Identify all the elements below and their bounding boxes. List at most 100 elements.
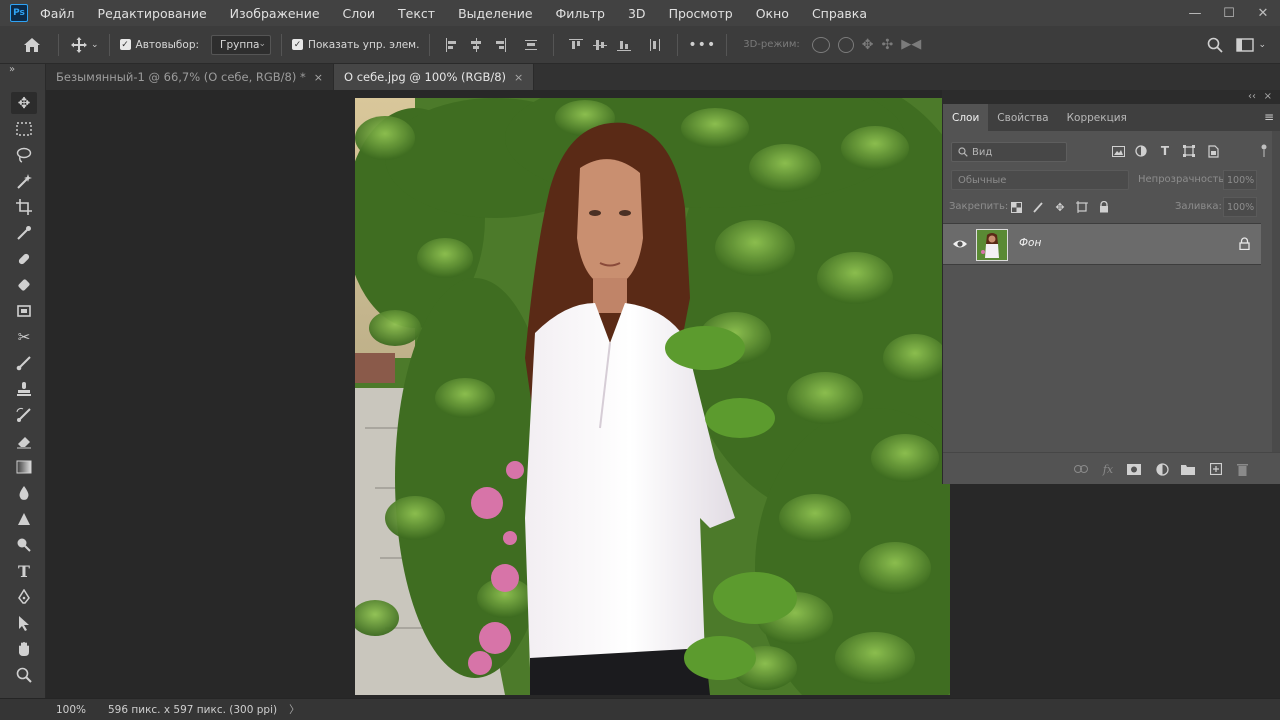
chevron-down-icon[interactable]: ⌄ bbox=[1258, 40, 1266, 50]
filter-toggle-icon[interactable] bbox=[1260, 144, 1268, 158]
tab-o-sebe[interactable]: О себе.jpg @ 100% (RGB/8) × bbox=[333, 64, 535, 90]
dodge-tool-icon[interactable] bbox=[11, 534, 37, 556]
eraser-tool-icon[interactable] bbox=[11, 430, 37, 452]
move-tool-icon[interactable]: ✥ bbox=[11, 92, 37, 114]
blend-mode-select[interactable]: Обычные bbox=[951, 170, 1129, 190]
crop-tool-icon[interactable] bbox=[11, 196, 37, 218]
healing-brush-tool-icon[interactable] bbox=[11, 248, 37, 270]
document-canvas-image[interactable] bbox=[355, 98, 950, 695]
lock-image-pixels-icon[interactable] bbox=[1031, 200, 1045, 214]
tab-untitled-1[interactable]: Безымянный-1 @ 66,7% (О себе, RGB/8) * × bbox=[46, 64, 334, 90]
menu-help[interactable]: Справка bbox=[812, 6, 876, 21]
align-horizontal-center-icon[interactable] bbox=[469, 37, 483, 52]
brush-tool-icon[interactable] bbox=[11, 352, 37, 374]
autoselect-target-select[interactable]: Группа ⌄ bbox=[211, 34, 272, 55]
zoom-level[interactable]: 100% bbox=[56, 704, 102, 716]
sharpen-tool-icon[interactable] bbox=[11, 508, 37, 530]
opacity-input[interactable]: 100% bbox=[1223, 170, 1257, 190]
align-vertical-center-icon[interactable] bbox=[593, 38, 608, 52]
pen-tool-icon[interactable] bbox=[11, 586, 37, 608]
align-left-icon[interactable] bbox=[445, 37, 459, 52]
home-icon[interactable] bbox=[22, 35, 42, 55]
lasso-tool-icon[interactable] bbox=[11, 144, 37, 166]
layer-kind-filter[interactable]: Вид bbox=[951, 142, 1067, 162]
status-menu-arrow-icon[interactable]: 〉 bbox=[289, 702, 300, 717]
menu-edit[interactable]: Редактирование bbox=[98, 6, 216, 21]
panel-scrollbar[interactable] bbox=[1272, 131, 1280, 452]
more-options-icon[interactable]: ••• bbox=[688, 37, 716, 53]
lock-artboard-icon[interactable] bbox=[1075, 200, 1089, 214]
delete-layer-trash-icon[interactable] bbox=[1234, 461, 1250, 477]
menu-view[interactable]: Просмотр bbox=[669, 6, 742, 21]
layer-row-background[interactable]: Фон bbox=[943, 223, 1261, 265]
menu-select[interactable]: Выделение bbox=[458, 6, 541, 21]
show-transform-checkbox[interactable]: ✓ bbox=[292, 39, 304, 50]
3d-roll-icon[interactable] bbox=[837, 36, 854, 53]
blur-tool-icon[interactable] bbox=[11, 482, 37, 504]
new-adjustment-layer-icon[interactable] bbox=[1154, 461, 1170, 477]
layer-style-fx-icon[interactable]: fx bbox=[1100, 461, 1116, 477]
type-filter-icon[interactable]: T bbox=[1158, 144, 1172, 158]
menu-3d[interactable]: 3D bbox=[628, 6, 655, 21]
adjustment-filter-icon[interactable] bbox=[1134, 144, 1148, 158]
lock-transparent-pixels-icon[interactable] bbox=[1009, 200, 1023, 214]
lock-all-icon[interactable] bbox=[1097, 200, 1111, 214]
hand-tool-icon[interactable] bbox=[11, 638, 37, 660]
content-aware-move-tool-icon[interactable]: ✂ bbox=[11, 326, 37, 348]
visibility-eye-icon[interactable] bbox=[952, 237, 968, 251]
close-icon[interactable]: × bbox=[314, 71, 323, 84]
new-group-folder-icon[interactable] bbox=[1180, 461, 1196, 477]
gradient-tool-icon[interactable] bbox=[11, 456, 37, 478]
align-right-icon[interactable] bbox=[493, 37, 507, 52]
photoshop-logo[interactable]: Ps bbox=[10, 4, 28, 22]
pixel-filter-icon[interactable] bbox=[1111, 144, 1125, 158]
tab-adjustments[interactable]: Коррекция bbox=[1058, 104, 1136, 131]
close-button[interactable]: ✕ bbox=[1246, 0, 1280, 26]
frame-tool-icon[interactable] bbox=[11, 300, 37, 322]
clone-stamp-tool-icon[interactable] bbox=[11, 378, 37, 400]
collapse-panels-icon[interactable]: ‹‹ bbox=[1248, 91, 1256, 102]
close-icon[interactable]: × bbox=[514, 71, 523, 84]
type-tool-icon[interactable]: T bbox=[11, 560, 37, 582]
panel-menu-icon[interactable]: ≡ bbox=[1264, 110, 1274, 124]
workspace-icon[interactable] bbox=[1236, 37, 1254, 53]
magic-wand-tool-icon[interactable] bbox=[11, 170, 37, 192]
maximize-button[interactable]: ☐ bbox=[1212, 0, 1246, 26]
history-brush-tool-icon[interactable] bbox=[11, 404, 37, 426]
lock-position-icon[interactable]: ✥ bbox=[1053, 200, 1067, 214]
link-layers-icon[interactable] bbox=[1073, 461, 1089, 477]
minimize-button[interactable]: — bbox=[1178, 0, 1212, 26]
3d-drag-icon[interactable]: ✥ bbox=[862, 37, 874, 53]
tab-properties[interactable]: Свойства bbox=[988, 104, 1057, 131]
tab-layers[interactable]: Слои bbox=[943, 104, 989, 131]
menu-filter[interactable]: Фильтр bbox=[556, 6, 614, 21]
menu-window[interactable]: Окно bbox=[756, 6, 798, 21]
zoom-tool-icon[interactable] bbox=[11, 664, 37, 686]
shape-filter-icon[interactable] bbox=[1182, 144, 1196, 158]
align-top-icon[interactable] bbox=[569, 38, 584, 52]
search-icon[interactable] bbox=[1206, 36, 1224, 54]
new-layer-icon[interactable] bbox=[1208, 461, 1224, 477]
collapse-toolbar-icon[interactable]: » bbox=[9, 64, 15, 75]
menu-file[interactable]: Файл bbox=[40, 6, 84, 21]
fill-input[interactable]: 100% bbox=[1223, 197, 1257, 217]
menu-layers[interactable]: Слои bbox=[343, 6, 385, 21]
distribute-horizontal-icon[interactable] bbox=[648, 38, 662, 52]
menu-type[interactable]: Текст bbox=[398, 6, 444, 21]
marquee-tool-icon[interactable] bbox=[11, 118, 37, 140]
patch-tool-icon[interactable] bbox=[11, 274, 37, 296]
move-tool-preset-icon[interactable] bbox=[69, 35, 89, 55]
layer-lock-icon[interactable] bbox=[1239, 237, 1251, 251]
align-bottom-icon[interactable] bbox=[617, 38, 632, 52]
path-selection-tool-icon[interactable] bbox=[11, 612, 37, 634]
layer-thumbnail[interactable] bbox=[976, 229, 1008, 261]
add-mask-icon[interactable] bbox=[1126, 461, 1142, 477]
eyedropper-tool-icon[interactable] bbox=[11, 222, 37, 244]
3d-slide-icon[interactable]: ✣ bbox=[882, 37, 894, 53]
close-icon[interactable]: × bbox=[1264, 91, 1272, 102]
chevron-down-icon[interactable]: ⌄ bbox=[91, 40, 99, 50]
distribute-vertical-icon[interactable] bbox=[524, 38, 538, 52]
menu-image[interactable]: Изображение bbox=[230, 6, 329, 21]
autoselect-checkbox[interactable]: ✓ bbox=[119, 39, 131, 50]
3d-orbit-icon[interactable] bbox=[811, 36, 830, 53]
